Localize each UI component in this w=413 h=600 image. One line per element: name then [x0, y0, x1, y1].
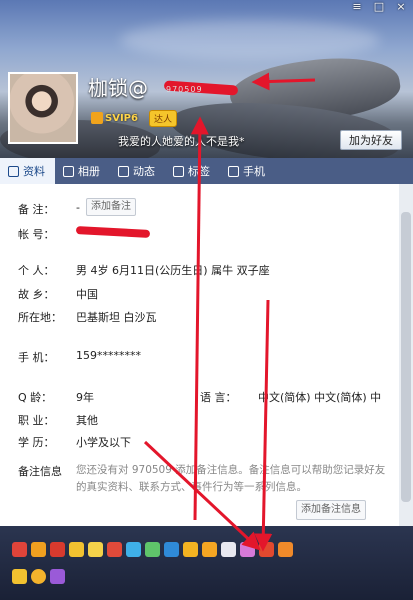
feed-icon [118, 165, 129, 177]
star2-badge-icon[interactable] [12, 569, 27, 584]
tab-label: 资料 [23, 165, 45, 178]
crystal-badge-icon[interactable] [240, 542, 255, 557]
remarks-info-label: 备注信息 [18, 465, 62, 478]
personal-value: 男 4岁 6月11日(公历生日) 属牛 双子座 [76, 264, 270, 277]
tab-label: 手机 [243, 165, 265, 178]
education-label: 学 历： [18, 436, 55, 449]
daren-badge[interactable]: 达人 [149, 110, 178, 127]
phone-row: 手 机： 159******** [18, 349, 141, 365]
star-badge-icon[interactable] [183, 542, 198, 557]
music-badge-icon[interactable] [107, 542, 122, 557]
diamond-badge-icon[interactable] [50, 542, 65, 557]
hometown-row: 故 乡： 中国 [18, 286, 98, 302]
language-row: 语 言： 中文(简体) 中文(简体) 中 [200, 389, 381, 405]
video-badge-icon[interactable] [126, 542, 141, 557]
remark-row: 备 注： - [18, 201, 80, 217]
signature: 我爱的人她爱的人不是我* [118, 135, 245, 148]
nickname: 枷锁@ [88, 76, 148, 100]
job-row: 职 业： 其他 [18, 412, 98, 428]
add-friend-button[interactable]: 加为好友 [340, 130, 402, 150]
qage-value: 9年 [76, 391, 94, 404]
badge-bar [0, 526, 413, 600]
hometown-value: 中国 [76, 288, 98, 301]
crown-badge-icon[interactable] [259, 542, 274, 557]
close-icon[interactable]: × [393, 0, 409, 14]
phone-label: 手 机： [18, 351, 55, 364]
qage-label: Q 龄： [18, 391, 53, 404]
remark-label: 备 注： [18, 203, 55, 216]
location-value: 巴基斯坦 白沙瓦 [76, 311, 157, 324]
add-remark-button[interactable]: 添加备注信息 [296, 500, 366, 520]
scrollbar-thumb[interactable] [401, 212, 411, 502]
avatar[interactable] [8, 72, 78, 144]
vip-label: SVIP6 [105, 112, 138, 124]
location-row: 所在地： 巴基斯坦 白沙瓦 [18, 309, 157, 325]
profile-icon [8, 165, 19, 177]
remark-value: - [76, 201, 80, 214]
crown-icon [91, 112, 103, 124]
personal-row: 个 人： 男 4岁 6月11日(公历生日) 属牛 双子座 [18, 262, 270, 278]
tab-photos[interactable]: 相册 [55, 158, 110, 184]
tab-feed[interactable]: 动态 [110, 158, 165, 184]
gem-badge-icon[interactable] [221, 542, 236, 557]
photo-icon [63, 165, 74, 177]
game-badge-icon[interactable] [69, 542, 84, 557]
location-label: 所在地： [18, 311, 62, 324]
tab-phone[interactable]: 手机 [220, 158, 275, 184]
profile-window: ≡ □ × 枷锁@ 970509 SVIP6 达人 我爱的人她爱的人不是我* 加… [0, 0, 413, 600]
shield-badge-icon[interactable] [164, 542, 179, 557]
pet-badge-icon[interactable] [50, 569, 65, 584]
phone-icon [228, 165, 239, 177]
coin-badge-icon[interactable] [31, 569, 46, 584]
tag-icon [173, 165, 184, 177]
add-remark-small-button[interactable]: 添加备注 [86, 198, 136, 216]
job-label: 职 业： [18, 414, 55, 427]
education-row: 学 历： 小学及以下 [18, 434, 131, 450]
qage-row: Q 龄： 9年 [18, 389, 94, 405]
redacted-number: 970509 [166, 85, 203, 94]
education-value: 小学及以下 [76, 436, 131, 449]
remarks-info-text: 您还没有对 970509 添加备注信息。备注信息可以帮助您记录好友的真实资料、联… [76, 464, 386, 493]
gift-badge-icon[interactable] [88, 542, 103, 557]
account-row: 帐 号： [18, 226, 76, 242]
tab-label: 相册 [78, 165, 100, 178]
maximize-icon[interactable]: □ [371, 0, 387, 14]
language-label: 语 言： [200, 391, 237, 404]
language-value: 中文(简体) 中文(简体) 中 [258, 391, 382, 404]
account-label: 帐 号： [18, 228, 55, 241]
menu-icon[interactable]: ≡ [349, 0, 365, 14]
chat-badge-icon[interactable] [145, 542, 160, 557]
badge-grid [12, 542, 312, 584]
tab-bar: 资料 相册 动态 标签 手机 [0, 158, 413, 184]
job-value: 其他 [76, 414, 98, 427]
heart-badge-icon[interactable] [12, 542, 27, 557]
banner-mist [120, 20, 380, 60]
trophy-badge-icon[interactable] [31, 542, 46, 557]
phone-value: 159******** [76, 349, 141, 362]
tab-label: 动态 [133, 165, 155, 178]
book-badge-icon[interactable] [202, 542, 217, 557]
tab-tags[interactable]: 标签 [165, 158, 220, 184]
vip-badge[interactable]: SVIP6 [91, 112, 138, 124]
flame-badge-icon[interactable] [278, 542, 293, 557]
hometown-label: 故 乡： [18, 288, 55, 301]
tab-profile[interactable]: 资料 [0, 158, 55, 184]
window-controls: ≡ □ × [349, 0, 409, 14]
tab-label: 标签 [188, 165, 210, 178]
personal-label: 个 人： [18, 264, 55, 277]
